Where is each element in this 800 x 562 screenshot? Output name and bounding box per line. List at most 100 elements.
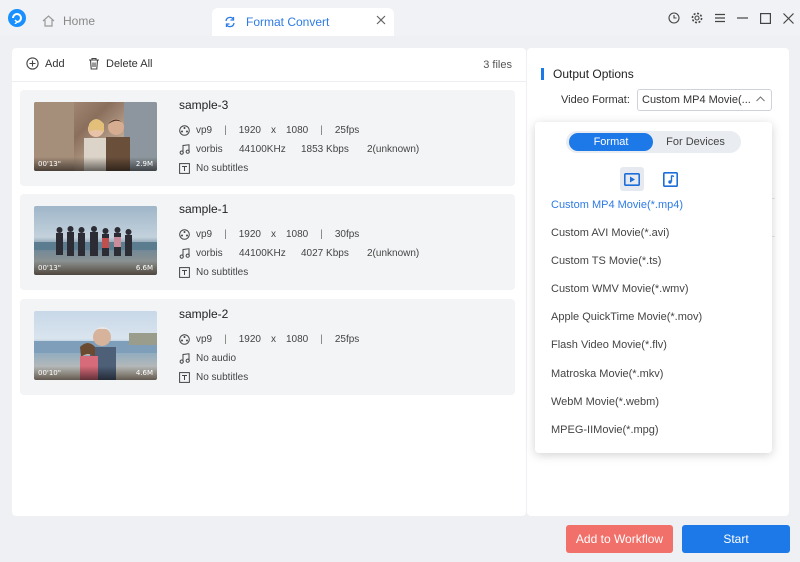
video-thumbnail[interactable]: 00'10" 4.6M	[34, 311, 157, 380]
menu-icon[interactable]	[708, 8, 731, 28]
title-bar: Home Format Convert	[0, 0, 800, 36]
subtitle-text: No subtitles	[196, 266, 249, 278]
audio-rate: 44100KHz	[239, 247, 286, 259]
file-size: 2.9M	[135, 160, 153, 168]
format-option-wmv[interactable]: Custom WMV Movie(*.wmv)	[551, 283, 689, 295]
add-label: Add	[45, 57, 65, 70]
video-format-select[interactable]: Custom MP4 Movie(...	[637, 89, 772, 111]
divider	[772, 236, 775, 237]
video-play-icon	[624, 172, 640, 186]
format-option-mpg[interactable]: MPEG-IIMovie(*.mpg)	[551, 424, 659, 436]
add-icon	[26, 57, 39, 70]
resolution-x: x	[270, 228, 276, 240]
subtitle-info: No subtitles	[179, 370, 248, 384]
tab-for-devices[interactable]: For Devices	[653, 133, 738, 151]
video-fps: 30fps	[334, 228, 360, 240]
audio-channels: 2(unknown)	[367, 143, 420, 155]
video-thumbnail[interactable]: 00'13" 6.6M	[34, 206, 157, 275]
file-name: sample-1	[179, 202, 229, 216]
film-reel-icon	[179, 124, 190, 136]
file-size: 6.6M	[135, 264, 153, 272]
audio-bitrate: 1853 Kbps	[301, 143, 349, 155]
format-option-avi[interactable]: Custom AVI Movie(*.avi)	[551, 227, 669, 239]
video-height: 1080	[285, 333, 309, 345]
tab-home-label: Home	[63, 14, 96, 28]
video-info: vp9 | 1920 x 1080 | 30fps	[179, 227, 359, 241]
video-format-label: Video Format:	[561, 94, 630, 106]
audio-rate: 44100KHz	[239, 143, 286, 155]
format-dropdown: Format For Devices Custom MP4 Movie(*.mp…	[535, 122, 772, 453]
close-tab-icon[interactable]	[376, 15, 386, 25]
video-height: 1080	[285, 124, 309, 136]
history-icon[interactable]	[662, 8, 685, 28]
file-toolbar: Add Delete All 3 files	[12, 48, 526, 82]
file-count: 3 files	[483, 59, 512, 71]
audio-note-icon	[662, 171, 678, 187]
minimize-icon[interactable]	[731, 8, 754, 28]
music-note-icon	[179, 143, 190, 155]
app-logo-icon	[8, 9, 26, 27]
subtitle-text: No subtitles	[196, 162, 249, 174]
audio-channels: 2(unknown)	[367, 247, 420, 259]
duration: 00'13"	[38, 160, 61, 168]
no-audio-text: No audio	[196, 352, 237, 364]
audio-bitrate: 4027 Kbps	[301, 247, 349, 259]
tab-format-convert-label: Format Convert	[246, 15, 330, 29]
video-fps: 25fps	[334, 333, 360, 345]
tab-format-convert[interactable]: Format Convert	[212, 8, 394, 36]
output-options-title: Output Options	[553, 67, 634, 81]
format-mode-switch: Format For Devices	[566, 131, 741, 153]
video-height: 1080	[285, 228, 309, 240]
file-card[interactable]: 00'13" 2.9M sample-3 vp9 | 1920 x 1080 |…	[20, 90, 515, 186]
video-codec: vp9	[196, 333, 213, 345]
home-icon	[42, 15, 55, 27]
audio-type-button[interactable]	[658, 167, 682, 191]
file-card[interactable]: 00'13" 6.6M sample-1 vp9 | 1920 x 1080 |…	[20, 194, 515, 290]
tab-home[interactable]: Home	[42, 8, 95, 34]
subtitle-icon	[179, 162, 190, 174]
resolution-x: x	[270, 124, 276, 136]
subtitle-icon	[179, 371, 190, 383]
subtitle-info: No subtitles	[179, 265, 248, 279]
maximize-icon[interactable]	[754, 8, 777, 28]
section-accent-bar	[541, 68, 544, 80]
audio-info: vorbis 44100KHz 4027 Kbps 2(unknown)	[179, 246, 419, 260]
delete-all-label: Delete All	[106, 57, 153, 70]
format-option-mkv[interactable]: Matroska Movie(*.mkv)	[551, 368, 663, 380]
add-to-workflow-button[interactable]: Add to Workflow	[566, 525, 673, 553]
close-icon[interactable]	[777, 8, 800, 28]
tab-format[interactable]: Format	[569, 133, 653, 151]
subtitle-icon	[179, 266, 190, 278]
format-option-webm[interactable]: WebM Movie(*.webm)	[551, 396, 659, 408]
file-list-panel: Add Delete All 3 files 00'13" 2.9M sampl…	[12, 48, 526, 516]
settings-icon[interactable]	[685, 8, 708, 28]
format-option-flv[interactable]: Flash Video Movie(*.flv)	[551, 339, 667, 351]
video-format-value: Custom MP4 Movie(...	[642, 94, 751, 106]
video-info: vp9 | 1920 x 1080 | 25fps	[179, 123, 359, 137]
format-option-ts[interactable]: Custom TS Movie(*.ts)	[551, 255, 661, 267]
file-size: 4.6M	[135, 369, 153, 377]
audio-info: No audio	[179, 351, 236, 365]
duration: 00'13"	[38, 264, 61, 272]
video-info: vp9 | 1920 x 1080 | 25fps	[179, 332, 359, 346]
delete-all-button[interactable]: Delete All	[88, 57, 152, 70]
resolution-x: x	[270, 333, 276, 345]
start-button[interactable]: Start	[682, 525, 790, 553]
subtitle-text: No subtitles	[196, 371, 249, 383]
format-option-mp4[interactable]: Custom MP4 Movie(*.mp4)	[551, 199, 683, 211]
add-button[interactable]: Add	[26, 57, 65, 70]
film-reel-icon	[179, 333, 190, 345]
video-type-button[interactable]	[620, 167, 644, 191]
video-codec: vp9	[196, 124, 213, 136]
video-width: 1920	[238, 124, 261, 136]
file-card[interactable]: 00'10" 4.6M sample-2 vp9 | 1920 x 1080 |…	[20, 299, 515, 395]
video-thumbnail[interactable]: 00'13" 2.9M	[34, 102, 157, 171]
film-reel-icon	[179, 228, 190, 240]
format-option-mov[interactable]: Apple QuickTime Movie(*.mov)	[551, 311, 702, 323]
convert-icon	[225, 16, 235, 28]
subtitle-info: No subtitles	[179, 161, 248, 175]
file-name: sample-2	[179, 307, 229, 321]
video-width: 1920	[238, 333, 261, 345]
music-note-icon	[179, 247, 190, 259]
window-controls	[662, 8, 800, 28]
